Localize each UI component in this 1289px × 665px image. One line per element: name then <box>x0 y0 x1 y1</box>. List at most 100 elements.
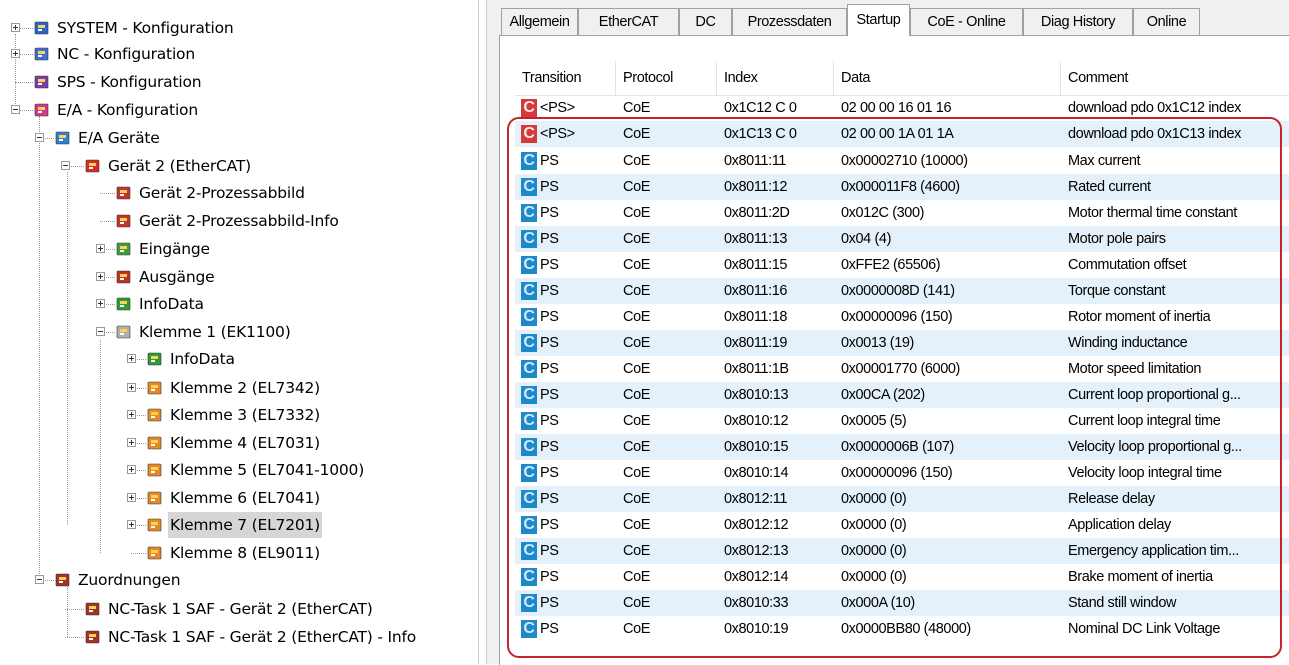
table-row[interactable]: C PS CoE 0x8011:2D 0x012C (300) Motor thermal… <box>515 200 1289 226</box>
tree-item-klemme-2-el7342[interactable]: Klemme 2 (EL7342) <box>0 375 478 401</box>
column-header-index[interactable]: Index <box>717 61 834 95</box>
table-row[interactable]: C PS CoE 0x8011:15 0xFFE2 (65506) Commutation… <box>515 252 1289 278</box>
solution-tree[interactable]: SYSTEM - Konfiguration NC - Konfiguration… <box>0 0 478 664</box>
tree-item-ausg-nge[interactable]: Ausgänge <box>0 264 478 290</box>
column-header-transition[interactable]: Transition <box>515 61 616 95</box>
column-header-comment[interactable]: Comment <box>1061 61 1289 95</box>
table-row[interactable]: C <PS> CoE 0x1C13 C 0 02 00 00 1A 01 1A downl… <box>515 121 1289 147</box>
tree-item-eing-nge[interactable]: Eingänge <box>0 236 478 262</box>
cell-index: 0x8012:11 <box>724 491 788 507</box>
tab-prozessdaten[interactable]: Prozessdaten <box>732 8 847 35</box>
expand-icon[interactable] <box>96 244 105 253</box>
inputs-icon <box>115 240 133 258</box>
panel-splitter[interactable] <box>478 0 487 664</box>
table-row[interactable]: C PS CoE 0x8011:19 0x0013 (19) Winding induct… <box>515 330 1289 356</box>
tree-item-nc-task-1-saf-ger-t-2-ethercat-info[interactable]: NC-Task 1 SAF - Gerät 2 (EtherCAT) - Inf… <box>0 624 478 650</box>
tree-item-klemme-7-el7201[interactable]: Klemme 7 (EL7201) <box>0 512 478 538</box>
cell-protocol: CoE <box>623 309 651 325</box>
table-row[interactable]: C PS CoE 0x8012:12 0x0000 (0) Application del… <box>515 512 1289 538</box>
table-row[interactable]: C PS CoE 0x8011:11 0x00002710 (10000) Max cur… <box>515 148 1289 174</box>
collapse-icon[interactable] <box>61 161 70 170</box>
table-row[interactable]: C PS CoE 0x8011:13 0x04 (4) Motor pole pairs <box>515 226 1289 252</box>
cell-data: 02 00 00 16 01 16 <box>841 100 952 116</box>
tab-dc[interactable]: DC <box>679 8 732 35</box>
coe-command-icon: C <box>521 230 537 248</box>
table-row[interactable]: C PS CoE 0x8011:18 0x00000096 (150) Rotor mom… <box>515 304 1289 330</box>
tab-coe-online[interactable]: CoE - Online <box>910 8 1023 35</box>
cell-transition: PS <box>540 595 559 611</box>
expand-icon[interactable] <box>127 493 136 502</box>
expand-icon[interactable] <box>11 49 20 58</box>
tree-item-klemme-8-el9011[interactable]: Klemme 8 (EL9011) <box>0 540 478 566</box>
cell-index: 0x8012:13 <box>724 543 789 559</box>
table-row[interactable]: C PS CoE 0x8010:13 0x00CA (202) Current loop … <box>515 382 1289 408</box>
tree-item-klemme-4-el7031[interactable]: Klemme 4 (EL7031) <box>0 430 478 456</box>
cell-transition: PS <box>540 361 559 377</box>
tree-item-label: NC-Task 1 SAF - Gerät 2 (EtherCAT) - Inf… <box>108 628 417 646</box>
tree-item-klemme-1-ek1100[interactable]: Klemme 1 (EK1100) <box>0 319 478 345</box>
table-row[interactable]: C PS CoE 0x8010:15 0x0000006B (107) Velocity … <box>515 434 1289 460</box>
table-row[interactable]: C PS CoE 0x8010:12 0x0005 (5) Current loop in… <box>515 408 1289 434</box>
tree-connector <box>100 221 115 222</box>
column-header-protocol[interactable]: Protocol <box>616 61 717 95</box>
expand-icon[interactable] <box>127 410 136 419</box>
tree-item-system-konfiguration[interactable]: SYSTEM - Konfiguration <box>0 15 478 41</box>
cell-index: 0x8011:2D <box>724 205 790 221</box>
collapse-icon[interactable] <box>11 105 20 114</box>
table-row[interactable]: C <PS> CoE 0x1C12 C 0 02 00 00 16 01 16 downl… <box>515 95 1289 121</box>
tab-ethercat[interactable]: EtherCAT <box>578 8 679 35</box>
table-row[interactable]: C PS CoE 0x8011:12 0x000011F8 (4600) Rated cu… <box>515 174 1289 200</box>
tree-item-ger-t-2-ethercat[interactable]: Gerät 2 (EtherCAT) <box>0 153 478 179</box>
tree-item-e-a-ger-te[interactable]: E/A Geräte <box>0 125 478 151</box>
cell-protocol: CoE <box>623 491 651 507</box>
tree-item-nc-task-1-saf-ger-t-2-ethercat[interactable]: NC-Task 1 SAF - Gerät 2 (EtherCAT) <box>0 596 478 622</box>
expand-icon[interactable] <box>127 520 136 529</box>
expand-icon[interactable] <box>96 272 105 281</box>
table-row[interactable]: C PS CoE 0x8010:14 0x00000096 (150) Velocity … <box>515 460 1289 486</box>
table-row[interactable]: C PS CoE 0x8010:33 0x000A (10) Stand still wi… <box>515 590 1289 616</box>
tab-startup[interactable]: Startup <box>847 4 910 36</box>
tree-item-klemme-5-el7041-1000[interactable]: Klemme 5 (EL7041-1000) <box>0 457 478 483</box>
table-row[interactable]: C PS CoE 0x8012:13 0x0000 (0) Emergency appli… <box>515 538 1289 564</box>
cell-index: 0x8011:15 <box>724 257 788 273</box>
tree-item-nc-konfiguration[interactable]: NC - Konfiguration <box>0 41 478 67</box>
tree-item-klemme-3-el7332[interactable]: Klemme 3 (EL7332) <box>0 402 478 428</box>
expand-icon[interactable] <box>11 23 20 32</box>
cell-comment: download pdo 0x1C13 index <box>1068 126 1241 142</box>
collapse-icon[interactable] <box>35 133 44 142</box>
column-header-data[interactable]: Data <box>834 61 1061 95</box>
cell-data: 0xFFE2 (65506) <box>841 257 941 273</box>
tab-allgemein[interactable]: Allgemein <box>501 8 578 35</box>
tree-item-zuordnungen[interactable]: Zuordnungen <box>0 567 478 593</box>
tree-item-infodata[interactable]: InfoData <box>0 346 478 372</box>
cell-protocol: CoE <box>623 465 651 481</box>
expand-icon[interactable] <box>127 465 136 474</box>
tree-item-ger-t-2-prozessabbild[interactable]: Gerät 2-Prozessabbild <box>0 180 478 206</box>
tree-item-klemme-6-el7041[interactable]: Klemme 6 (EL7041) <box>0 485 478 511</box>
collapse-icon[interactable] <box>96 327 105 336</box>
tab-online[interactable]: Online <box>1133 8 1200 35</box>
list-header: Transition Protocol Index Data Comment <box>515 61 1289 96</box>
tree-item-e-a-konfiguration[interactable]: E/A - Konfiguration <box>0 97 478 123</box>
coe-command-icon: C <box>521 516 537 534</box>
expand-icon[interactable] <box>127 354 136 363</box>
table-row[interactable]: C PS CoE 0x8012:14 0x0000 (0) Brake moment of… <box>515 564 1289 590</box>
expand-icon[interactable] <box>96 299 105 308</box>
tree-connector <box>100 193 115 194</box>
table-row[interactable]: C PS CoE 0x8011:16 0x0000008D (141) Torque co… <box>515 278 1289 304</box>
expand-icon[interactable] <box>127 383 136 392</box>
collapse-icon[interactable] <box>35 575 44 584</box>
tree-item-infodata[interactable]: InfoData <box>0 291 478 317</box>
cell-comment: Commutation offset <box>1068 257 1187 273</box>
table-row[interactable]: C PS CoE 0x8010:19 0x0000BB80 (48000) Nominal… <box>515 616 1289 642</box>
table-row[interactable]: C PS CoE 0x8011:1B 0x00001770 (6000) Motor sp… <box>515 356 1289 382</box>
tab-diag-history[interactable]: Diag History <box>1023 8 1133 35</box>
tree-item-ger-t-2-prozessabbild-info[interactable]: Gerät 2-Prozessabbild-Info <box>0 208 478 234</box>
tree-item-sps-konfiguration[interactable]: SPS - Konfiguration <box>0 69 478 95</box>
table-row[interactable]: C PS CoE 0x8012:11 0x0000 (0) Release delay <box>515 486 1289 512</box>
expand-icon[interactable] <box>127 438 136 447</box>
coe-command-icon: C <box>521 568 537 586</box>
cell-data: 0x04 (4) <box>841 231 891 247</box>
startup-list[interactable]: Transition Protocol Index Data Comment C… <box>515 61 1289 665</box>
io-devices-icon <box>54 129 72 147</box>
